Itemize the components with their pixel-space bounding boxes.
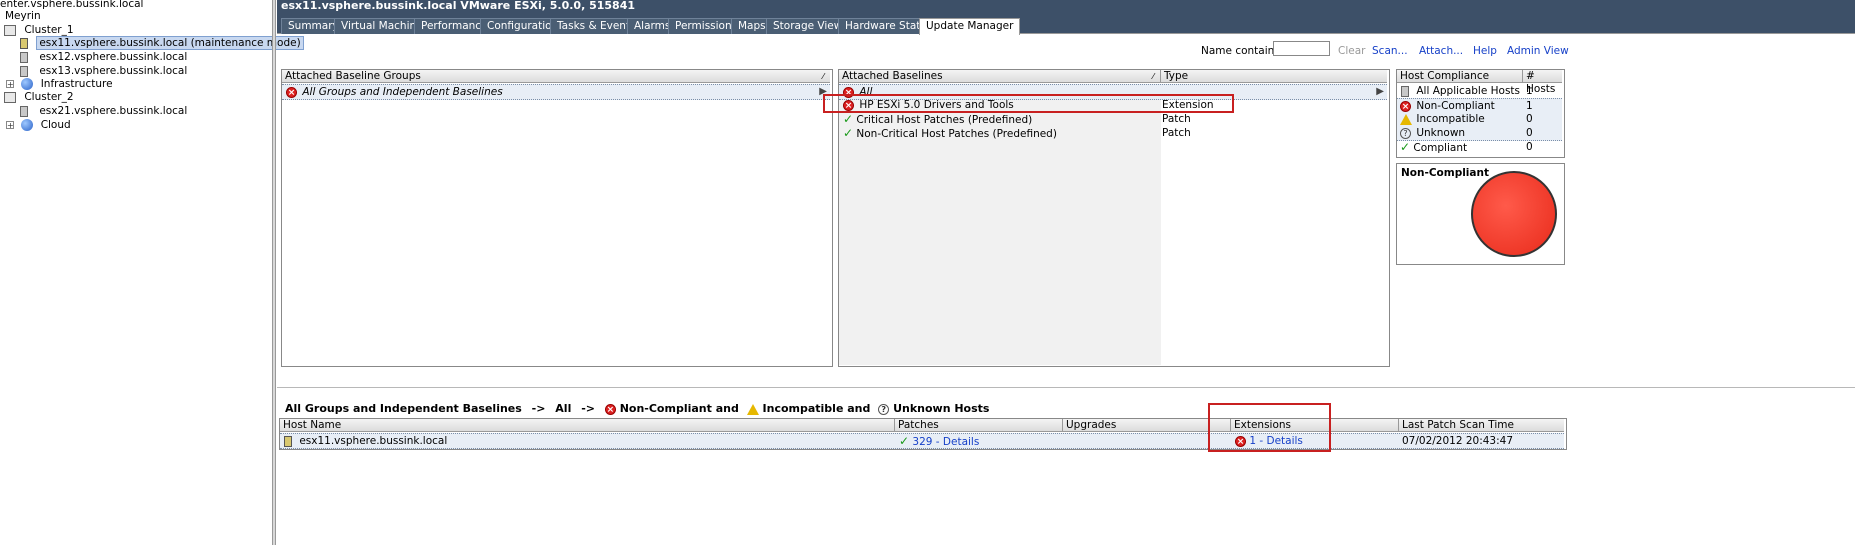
compliance-row-all[interactable]: All Applicable Hosts 1 (1397, 84, 1562, 98)
check-icon: ✓ (843, 112, 854, 126)
baseline-groups-header[interactable]: Attached Baseline Groups ⁄ (282, 70, 830, 83)
server-maintenance-icon (284, 435, 292, 447)
compliance-row-compliant[interactable]: ✓ Compliant 0 (1397, 140, 1562, 154)
clear-link[interactable]: Clear (1338, 45, 1365, 57)
cluster-icon (4, 91, 16, 103)
server-icon (20, 65, 28, 77)
col-host-name[interactable]: Host Name (280, 419, 895, 432)
unknown-icon: ? (1400, 127, 1411, 139)
table-row[interactable]: esx11.vsphere.bussink.local ✓ 329 - Deta… (280, 433, 1564, 449)
tree-host-esx21[interactable]: esx21.vsphere.bussink.local (20, 104, 187, 118)
hosts-table: Host Name Patches Upgrades Extensions La… (279, 418, 1567, 450)
compliance-row-incompatible[interactable]: Incompatible 0 (1397, 112, 1562, 127)
baselines-name-header[interactable]: Attached Baselines ⁄ (839, 70, 1161, 83)
col-upgrades[interactable]: Upgrades (1063, 419, 1231, 432)
scan-link[interactable]: Scan... (1372, 45, 1408, 57)
tree-infrastructure[interactable]: + Infrastructure (6, 77, 113, 91)
compliance-chart-title: Non-Compliant (1401, 167, 1489, 179)
col-patches[interactable]: Patches (895, 419, 1063, 432)
expand-icon[interactable]: + (6, 80, 14, 89)
filter-breadcrumb: All Groups and Independent Baselines -> … (285, 402, 990, 415)
col-last-scan[interactable]: Last Patch Scan Time (1399, 419, 1564, 432)
tree-host-esx13[interactable]: esx13.vsphere.bussink.local (20, 64, 187, 78)
host-compliance-table: Host Compliance # Hosts All Applicable H… (1396, 69, 1565, 158)
unknown-icon: ? (878, 403, 890, 415)
tree-datacenter[interactable]: Meyrin (5, 9, 41, 23)
help-link[interactable]: Help (1473, 45, 1497, 57)
pane-splitter[interactable] (272, 0, 276, 545)
check-icon: ✓ (843, 126, 854, 140)
inventory-tree: enter.vsphere.bussink.local Meyrin Clust… (0, 0, 304, 545)
error-icon: × (286, 86, 297, 98)
attach-link[interactable]: Attach... (1419, 45, 1463, 57)
patches-cell[interactable]: ✓ 329 - Details (899, 434, 979, 449)
server-icon (1401, 85, 1409, 97)
baseline-groups-panel: Attached Baseline Groups ⁄ × All Groups … (281, 69, 833, 367)
expand-icon[interactable]: + (6, 121, 14, 130)
tree-cloud[interactable]: + Cloud (6, 118, 71, 132)
page-title: esx11.vsphere.bussink.local VMware ESXi,… (281, 0, 636, 12)
check-icon: ✓ (899, 434, 910, 448)
error-icon: × (1400, 100, 1411, 112)
resource-pool-icon (21, 78, 34, 90)
sort-icon: ⁄ (822, 72, 824, 81)
baseline-row[interactable]: ✓ Non-Critical Host Patches (Predefined)… (839, 126, 1387, 140)
highlight-box (823, 94, 1234, 113)
server-maintenance-icon (20, 37, 28, 49)
error-icon: × (604, 403, 616, 415)
scan-time-cell: 07/02/2012 20:43:47 (1402, 435, 1514, 447)
attached-baselines-panel: Attached Baselines ⁄ Type × All ▶ × HP E… (838, 69, 1390, 367)
compliance-header: Host Compliance (1397, 70, 1523, 83)
resource-pool-icon (21, 119, 34, 131)
baseline-row[interactable]: ✓ Critical Host Patches (Predefined) Pat… (839, 112, 1387, 126)
play-arrow-icon[interactable]: ▶ (1376, 85, 1384, 99)
tab-update-manager[interactable]: Update Manager (919, 18, 1021, 35)
compliance-row-unknown[interactable]: ? Unknown 0 (1397, 126, 1562, 141)
tree-cluster-2[interactable]: Cluster_2 (4, 90, 74, 104)
warning-icon (1400, 113, 1412, 125)
server-icon (20, 51, 28, 63)
highlight-box (1208, 403, 1331, 452)
name-contains-input[interactable] (1273, 41, 1330, 56)
hosts-count-header: # Hosts (1523, 70, 1562, 95)
tree-host-esx11[interactable]: esx11.vsphere.bussink.local (maintenance… (20, 36, 304, 50)
warning-icon (746, 403, 759, 415)
admin-view-link[interactable]: Admin View (1507, 45, 1569, 57)
check-icon: ✓ (1400, 140, 1411, 154)
tree-host-esx12[interactable]: esx12.vsphere.bussink.local (20, 50, 187, 64)
server-icon (20, 105, 28, 117)
baselines-type-header[interactable]: Type (1161, 70, 1387, 83)
compliance-chart-panel: Non-Compliant (1396, 163, 1565, 265)
sort-icon: ⁄ (1152, 72, 1154, 81)
section-divider (277, 387, 1855, 388)
baseline-group-row[interactable]: × All Groups and Independent Baselines ▶ (282, 84, 830, 100)
cluster-icon (4, 24, 16, 36)
compliance-pie (1471, 171, 1557, 257)
tree-cluster-1[interactable]: Cluster_1 (4, 23, 74, 37)
name-contains-label: Name contains: (1201, 45, 1284, 57)
